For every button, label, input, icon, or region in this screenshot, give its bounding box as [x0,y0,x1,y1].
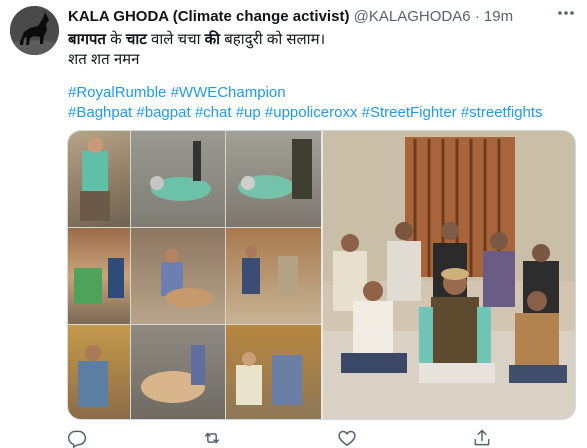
collage-tile [226,131,321,227]
media-container[interactable] [67,130,576,420]
collage-tile [131,228,225,324]
text-bold-2: चाट [125,31,147,48]
hashtag-link[interactable]: #WWEChampion [171,84,286,101]
like-icon [338,430,356,446]
more-button[interactable] [553,5,579,21]
collage-figure [141,345,205,403]
collage-tile [68,131,130,227]
reply-icon [67,430,87,448]
text-plain-1: के [105,31,126,48]
horse-avatar-icon [10,6,59,55]
collage-tile [226,325,321,419]
collage-figure [242,246,298,296]
hashtag-link[interactable]: #uppoliceroxx [265,104,358,121]
collage-figure [80,137,110,221]
media-image-collage[interactable] [68,131,321,419]
tweet-text-line-1: बागपत के चाट वाले चचा की बहादुरी को सलाम… [68,30,568,50]
text-bold-3: की [204,31,221,48]
reply-button[interactable] [67,428,87,448]
group-photo [323,131,575,419]
hashtag-link[interactable]: #chat [195,104,232,121]
hashtag-link[interactable]: #StreetFighter [362,104,457,121]
collage-figure [161,249,213,308]
more-icon [558,11,574,15]
hashtags-line-1: #RoyalRumble #WWEChampion [68,83,568,103]
retweet-icon [205,432,219,444]
collage-figure [238,139,312,199]
text-plain-2: वाले चचा [146,31,205,48]
collage-tile [131,325,225,419]
tweet-text: बागपत के चाट वाले चचा की बहादुरी को सलाम… [68,30,568,70]
display-name[interactable]: KALA GHODA (Climate change activist) [68,8,349,25]
hashtag-link[interactable]: #RoyalRumble [68,84,166,101]
hashtag-link[interactable]: #up [236,104,261,121]
hashtag-link[interactable]: #streetfights [461,104,543,121]
collage-tile [68,228,130,324]
collage-tile [68,325,130,419]
collage-tile [226,228,321,324]
separator-dot: · [474,8,480,25]
collage-figure [150,141,211,201]
collage-figure [74,258,124,304]
tweet-header: KALA GHODA (Climate change activist) @KA… [68,7,513,27]
collage-figure [78,345,108,407]
hashtags-line-2: #Baghpat #bagpat #chat #up #uppoliceroxx… [68,103,568,123]
media-image-group-photo[interactable] [323,131,575,419]
text-plain-3: बहादुरी को सलाम। [220,31,326,48]
share-icon [474,429,490,446]
collage-figure [236,352,302,405]
share-button[interactable] [472,428,492,448]
retweet-button[interactable] [202,428,222,448]
tweet[interactable]: KALA GHODA (Climate change activist) @KA… [0,0,587,448]
tweet-actions [67,428,497,448]
like-button[interactable] [337,428,357,448]
hashtag-link[interactable]: #Baghpat [68,104,132,121]
collage-tile [131,131,225,227]
avatar[interactable] [10,6,59,55]
timestamp[interactable]: 19m [484,8,513,25]
user-handle[interactable]: @KALAGHODA6 [354,8,471,25]
tweet-text-line-2: शत शत नमन [68,51,140,68]
text-bold-1: बागपत [68,31,106,48]
hashtag-link[interactable]: #bagpat [136,104,190,121]
